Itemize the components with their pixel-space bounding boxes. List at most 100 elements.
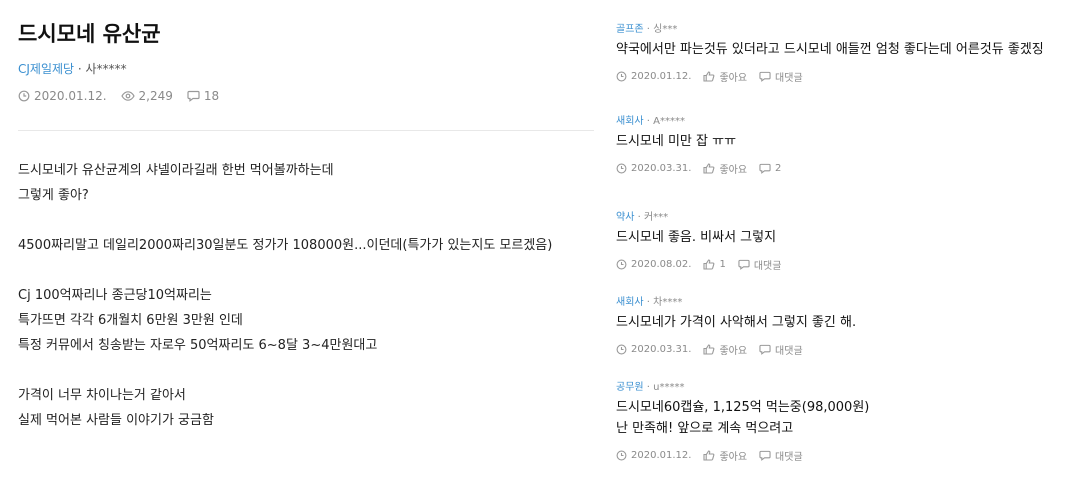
comment-text-line: 드시모네 미만 잡 ㅠㅠ (616, 134, 737, 149)
comment-text-line: 드시모네가 가격이 사악해서 그렇지 좋긴 해. (616, 315, 857, 330)
like-button[interactable]: 좋아요 (703, 448, 747, 463)
comment-meta: 2020.03.31. 좋아요 2 (616, 161, 1087, 176)
post-title: 드시모네 유산균 (18, 22, 161, 46)
reply-label: 대댓글 (775, 452, 803, 463)
reply-button[interactable]: 2 (759, 163, 781, 174)
comment-company-link[interactable]: 골프존 (616, 24, 644, 35)
reply-button[interactable]: 대댓글 (738, 257, 781, 272)
comment-text-line: 드시모네 좋음. 비싸서 그렇지 (616, 230, 777, 245)
comment-item: 새회사 · A***** 드시모네 미만 잡 ㅠㅠ 2020.03.31. 좋아… (616, 112, 1087, 176)
comment-date-text: 2020.03.31. (631, 163, 692, 174)
post-date-text: 2020.01.12. (34, 89, 107, 103)
reply-label: 2 (775, 163, 782, 174)
reply-button[interactable]: 대댓글 (759, 69, 803, 84)
comment-company-link[interactable]: 새회사 (616, 116, 644, 127)
reply-button[interactable]: 대댓글 (759, 342, 803, 357)
comment-icon (759, 71, 771, 82)
post-author-line: CJ제일제당 · 사***** (18, 60, 127, 77)
thumbs-up-icon (703, 259, 715, 270)
author-separator: · (634, 212, 644, 223)
like-label: 1 (719, 259, 726, 270)
post-comment-count-text: 18 (203, 89, 220, 103)
comment-date: 2020.01.12. (616, 450, 691, 461)
clock-icon (616, 259, 627, 270)
thumbs-up-icon (703, 71, 715, 82)
comment-nickname: 싱*** (653, 24, 678, 35)
post-views-text: 2,249 (138, 89, 173, 103)
comment-text-line: 드시모네60캡슐, 1,125억 먹는중(98,000원) (616, 400, 870, 415)
like-button[interactable]: 좋아요 (703, 161, 747, 176)
comment-nickname: A***** (653, 116, 685, 127)
eye-icon (120, 91, 135, 101)
like-label: 좋아요 (719, 452, 748, 463)
post-body-blank (18, 258, 598, 283)
clock-icon (18, 90, 30, 102)
thumbs-up-icon (703, 344, 715, 355)
comment-text: 약국에서만 파는것듀 있더라고 드시모네 애들껀 엄청 좋다는데 어른것듀 좋겠… (616, 39, 1087, 60)
reply-label: 대댓글 (775, 346, 803, 357)
comment-icon (759, 163, 771, 174)
post-body-line: Cj 100억짜리나 종근당10억짜리는 (18, 288, 212, 303)
reply-button[interactable]: 대댓글 (759, 448, 803, 463)
comment-author: 새회사 · A***** (616, 112, 1087, 127)
author-separator: · (643, 116, 654, 127)
post-body-line: 실제 먹어본 사람들 이야기가 궁금함 (18, 413, 214, 428)
author-separator: · (74, 62, 86, 76)
comment-nickname: u***** (653, 382, 685, 393)
post-meta: 2020.01.12. 2,249 18 (18, 89, 233, 103)
post-body-blank (18, 208, 598, 233)
post-body-line: 4500짜리말고 데일리2000짜리30일분도 정가가 108000원...이던… (18, 238, 553, 253)
clock-icon (616, 344, 627, 355)
comment-date-text: 2020.01.12. (631, 450, 692, 461)
author-separator: · (643, 382, 654, 393)
like-label: 좋아요 (719, 165, 748, 176)
like-button[interactable]: 좋아요 (703, 342, 747, 357)
comment-text-line: 약국에서만 파는것듀 있더라고 드시모네 애들껀 엄청 좋다는데 어른것듀 좋겠… (616, 42, 1044, 57)
comment-company-link[interactable]: 새회사 (616, 297, 644, 308)
comment-author: 공무원 · u***** (616, 378, 1087, 393)
comment-meta: 2020.01.12. 좋아요 대댓글 (616, 448, 1087, 463)
clock-icon (616, 163, 627, 174)
post-body-line: 그렇게 좋아? (18, 188, 89, 203)
comment-meta: 2020.03.31. 좋아요 대댓글 (616, 342, 1087, 357)
comment-author: 새회사 · 차**** (616, 293, 1087, 308)
comment-item: 골프존 · 싱*** 약국에서만 파는것듀 있더라고 드시모네 애들껀 엄청 좋… (616, 20, 1087, 84)
post-views: 2,249 (120, 89, 173, 103)
comment-author: 골프존 · 싱*** (616, 20, 1087, 35)
comment-item: 공무원 · u***** 드시모네60캡슐, 1,125억 먹는중(98,000… (616, 378, 1087, 463)
post-body-blank (18, 358, 598, 383)
post-body-line: 특정 커뮤에서 칭송받는 자로우 50억짜리도 6~8달 3~4만원대고 (18, 338, 378, 353)
comment-icon (738, 259, 750, 270)
comment-icon (759, 344, 771, 355)
reply-label: 대댓글 (775, 73, 803, 84)
comment-text-line: 난 만족해! 앞으로 계속 먹으려고 (616, 421, 794, 436)
comment-author: 약사 · 커*** (616, 208, 1087, 223)
comment-company-link[interactable]: 공무원 (616, 382, 644, 393)
like-label: 좋아요 (719, 73, 748, 84)
comment-nickname: 커*** (643, 212, 669, 223)
comment-item: 약사 · 커*** 드시모네 좋음. 비싸서 그렇지 2020.08.02. 1… (616, 208, 1087, 272)
like-button[interactable]: 1 (703, 259, 726, 270)
clock-icon (616, 71, 627, 82)
post-body-line: 드시모네가 유산균계의 샤넬이라길래 한번 먹어볼까하는데 (18, 163, 334, 178)
comment-date: 2020.08.02. (616, 259, 691, 270)
comment-date: 2020.03.31. (616, 163, 691, 174)
clock-icon (616, 450, 627, 461)
post-date: 2020.01.12. (18, 89, 107, 103)
author-company-link[interactable]: CJ제일제당 (18, 62, 74, 76)
comment-text: 드시모네60캡슐, 1,125억 먹는중(98,000원) 난 만족해! 앞으로… (616, 397, 1087, 439)
comment-date-text: 2020.01.12. (631, 71, 692, 82)
like-button[interactable]: 좋아요 (703, 69, 747, 84)
post-body-line: 가격이 너무 차이나는거 같아서 (18, 388, 186, 403)
comment-nickname: 차**** (653, 297, 683, 308)
comment-date-text: 2020.03.31. (631, 344, 692, 355)
comment-item: 새회사 · 차**** 드시모네가 가격이 사악해서 그렇지 좋긴 해. 202… (616, 293, 1087, 357)
comment-date-text: 2020.08.02. (631, 259, 692, 270)
comment-meta: 2020.08.02. 1 대댓글 (616, 257, 1087, 272)
comment-company-link[interactable]: 약사 (616, 212, 634, 223)
post-comment-count: 18 (187, 89, 219, 103)
comment-meta: 2020.01.12. 좋아요 대댓글 (616, 69, 1087, 84)
comment-text: 드시모네 미만 잡 ㅠㅠ (616, 131, 1087, 152)
like-label: 좋아요 (719, 346, 748, 357)
comment-text: 드시모네가 가격이 사악해서 그렇지 좋긴 해. (616, 312, 1087, 333)
